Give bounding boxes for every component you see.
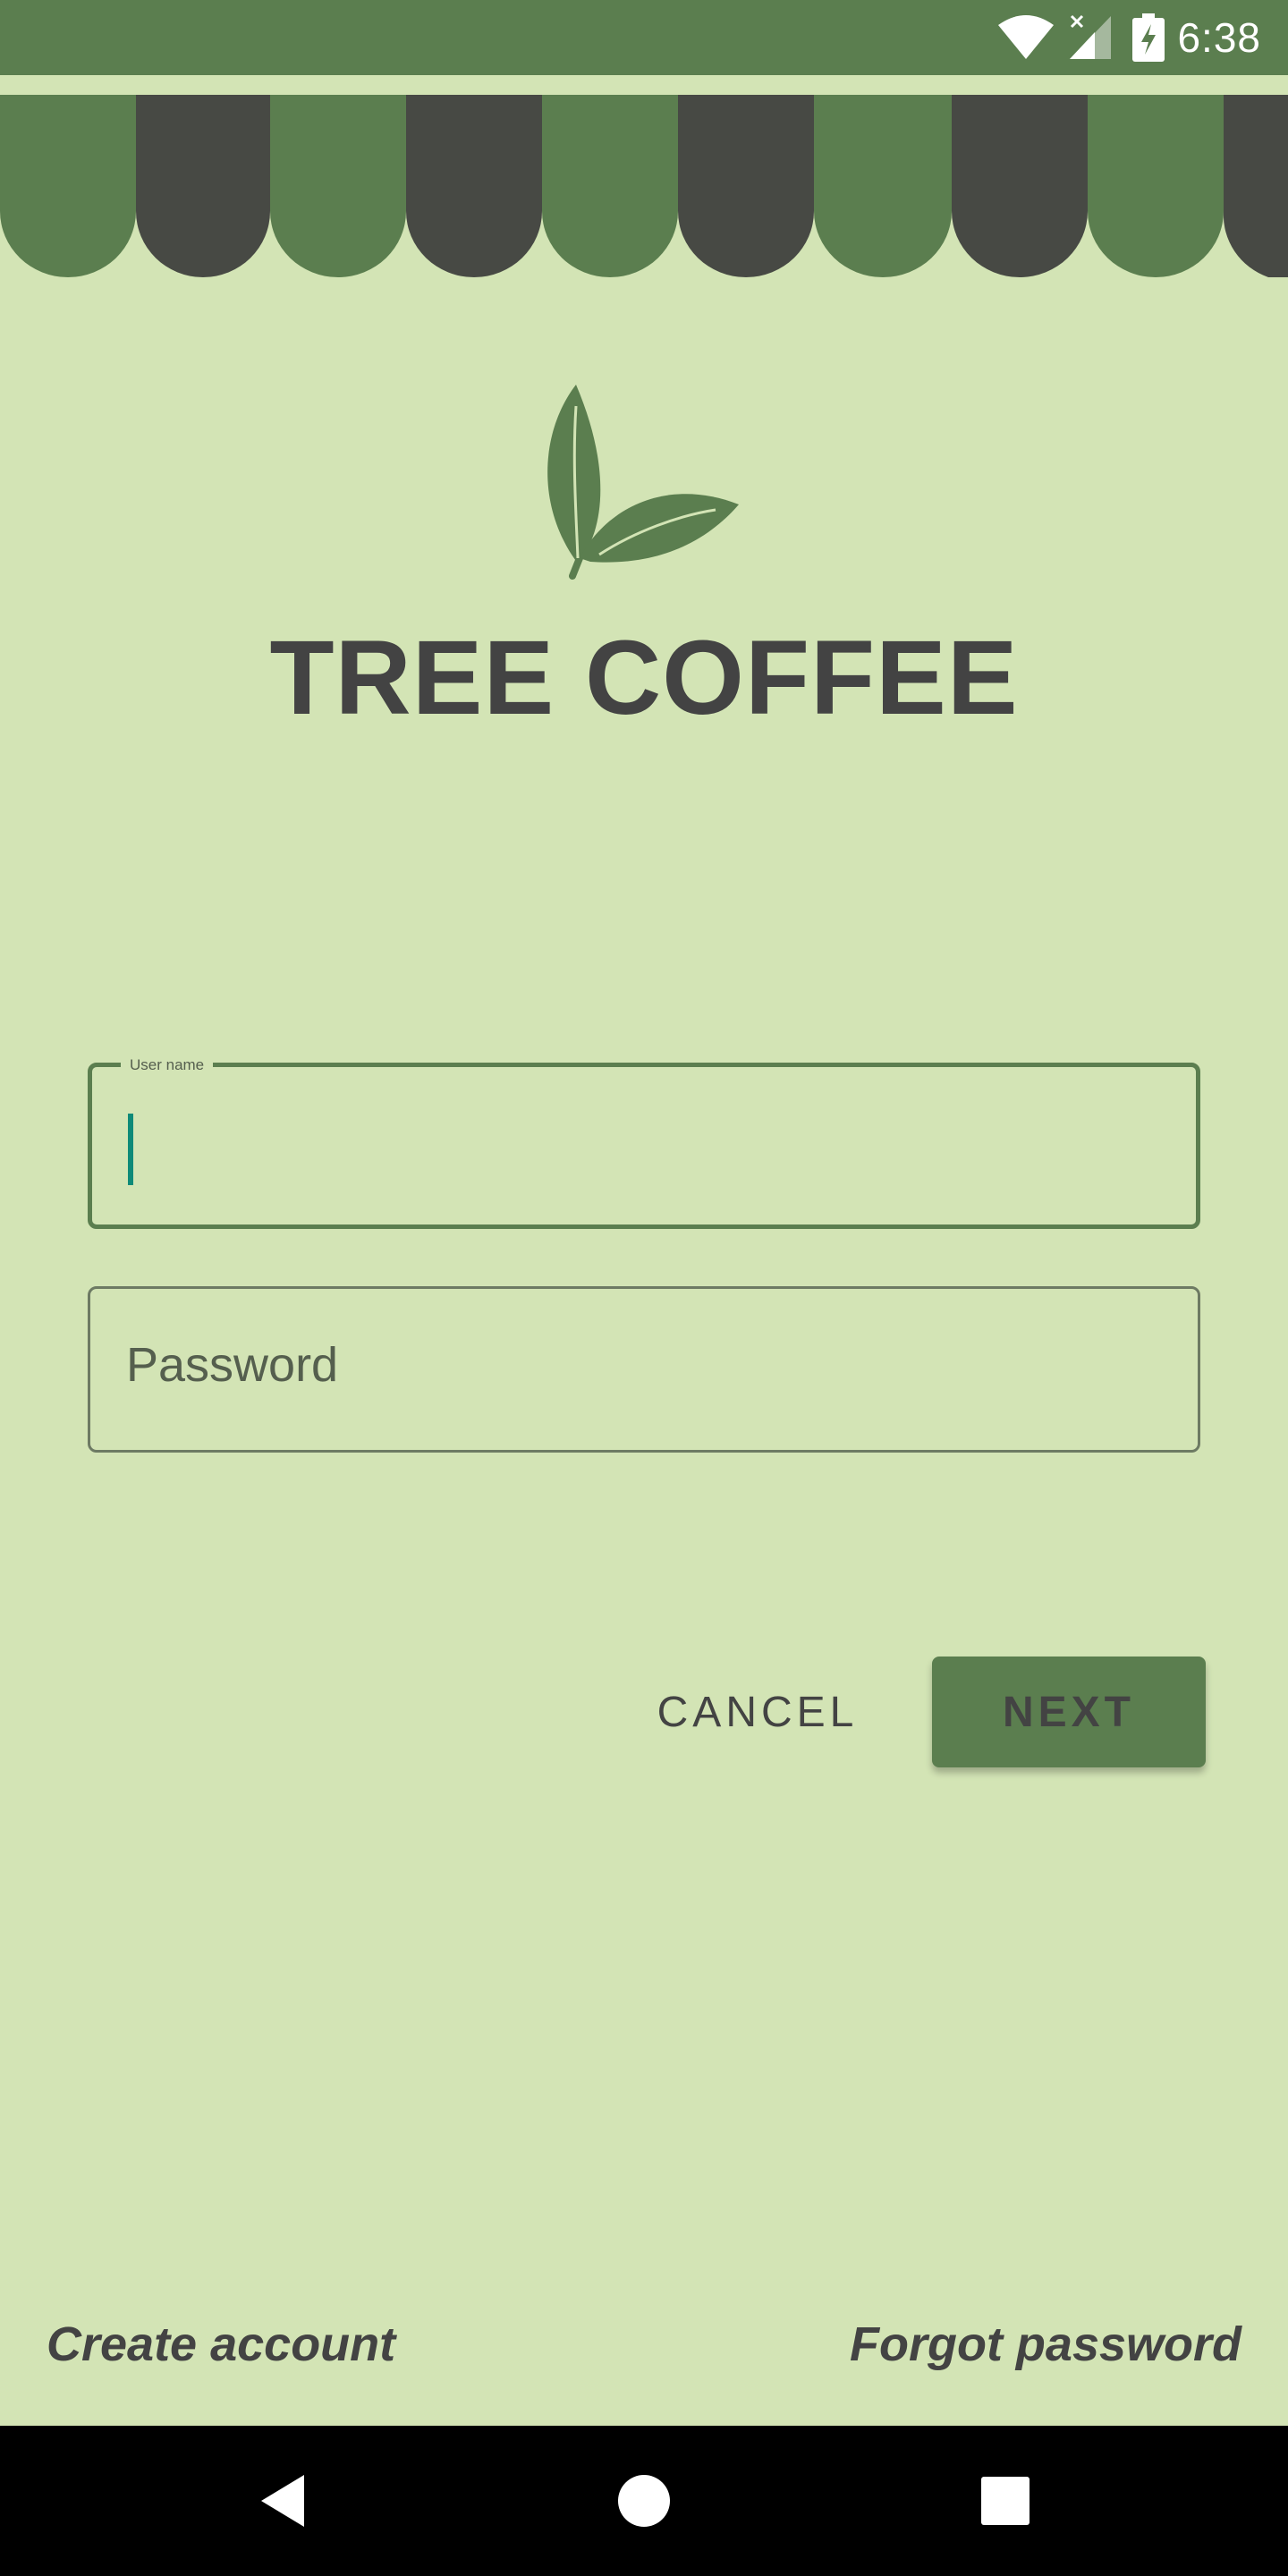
status-strip (0, 75, 1288, 95)
next-button[interactable]: NEXT (932, 1657, 1206, 1767)
status-bar: 6:38 (0, 0, 1288, 75)
password-field[interactable]: Password (88, 1286, 1200, 1453)
cancel-button[interactable]: CANCEL (637, 1657, 878, 1767)
username-field[interactable]: User name (88, 1056, 1200, 1229)
password-placeholder: Password (126, 1338, 339, 1392)
wifi-icon (996, 14, 1055, 61)
text-caret (128, 1114, 133, 1185)
awning-decoration (0, 95, 1288, 277)
leaves-icon (547, 385, 739, 580)
battery-charging-icon (1132, 13, 1165, 62)
forgot-password-link[interactable]: Forgot password (850, 2317, 1241, 2372)
app-title: TREE COFFEE (269, 619, 1019, 737)
home-icon[interactable] (572, 2426, 716, 2576)
status-icons: 6:38 (996, 0, 1261, 75)
cell-signal-off-icon (1068, 14, 1113, 61)
create-account-link[interactable]: Create account (47, 2317, 395, 2372)
recents-icon[interactable] (934, 2426, 1077, 2576)
username-label: User name (121, 1056, 214, 1074)
back-icon[interactable] (211, 2426, 354, 2576)
navigation-bar (0, 2426, 1288, 2576)
status-time: 6:38 (1177, 14, 1261, 61)
